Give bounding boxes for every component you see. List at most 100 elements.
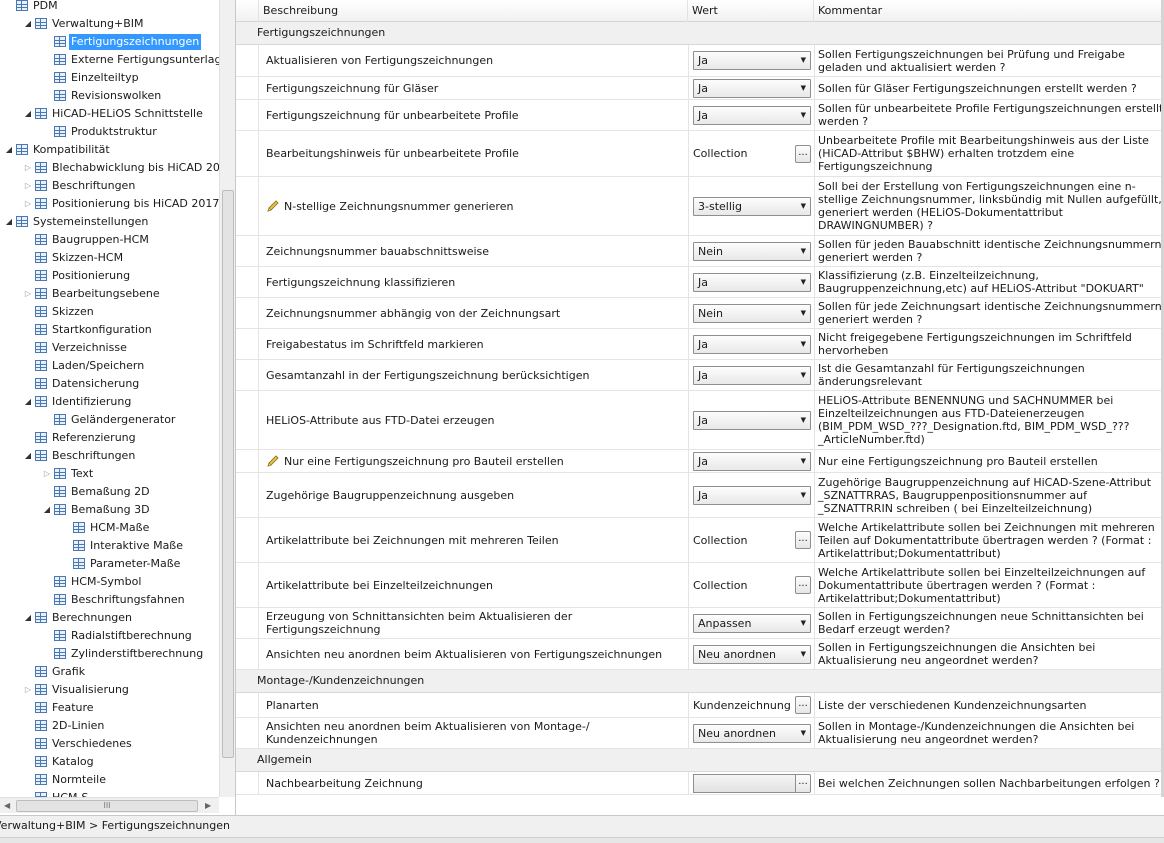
value-dropdown[interactable]: Ja ▼	[693, 272, 811, 292]
tree-node-pdm[interactable]: PDM	[0, 0, 220, 15]
tree-node-revisionswolken[interactable]: Revisionswolken	[0, 87, 220, 105]
dropdown-arrow-icon[interactable]: ▼	[801, 453, 806, 470]
expand-arrow-icon[interactable]: ▷	[23, 285, 33, 303]
property-row[interactable]: Nur eine Fertigungszeichnung pro Bauteil…	[236, 450, 1164, 473]
dropdown-arrow-icon[interactable]: ▼	[801, 52, 806, 69]
section-header-allgemein[interactable]: Allgemein	[236, 749, 1164, 772]
tree-node-normteile[interactable]: Normteile	[0, 771, 220, 789]
expand-arrow-icon[interactable]: ▷	[23, 177, 33, 195]
tree-node-hicad-helios-schnittstelle[interactable]: ◢ HiCAD-HELiOS Schnittstelle	[0, 105, 220, 123]
tree-node-beschriftungen[interactable]: ◢ Beschriftungen	[0, 447, 220, 465]
tree-node-einzelteiltyp[interactable]: Einzelteiltyp	[0, 69, 220, 87]
tree-node-grafik[interactable]: Grafik	[0, 663, 220, 681]
property-row[interactable]: HELiOS-Attribute aus FTD-Datei erzeugen J…	[236, 391, 1164, 450]
tree-node-geländergenerator[interactable]: Geländergenerator	[0, 411, 220, 429]
collapse-arrow-icon[interactable]: ◢	[4, 141, 14, 159]
property-row[interactable]: Bearbeitungshinweis für unbearbeitete Pr…	[236, 131, 1164, 177]
expand-arrow-icon[interactable]: ▷	[23, 195, 33, 213]
collapse-arrow-icon[interactable]: ◢	[42, 501, 52, 519]
tree-node-referenzierung[interactable]: Referenzierung	[0, 429, 220, 447]
value-dropdown[interactable]: Ja ▼	[693, 334, 811, 354]
tree-node-hcm-maße[interactable]: HCM-Maße	[0, 519, 220, 537]
tree-node-laden-speichern[interactable]: Laden/Speichern	[0, 357, 220, 375]
dropdown-arrow-icon[interactable]: ▼	[801, 336, 806, 353]
value-dropdown[interactable]: Anpassen ▼	[693, 613, 811, 633]
tree-node-positionierung-bis-hicad-2017[interactable]: ▷ Positionierung bis HiCAD 2017	[0, 195, 220, 213]
tree-node-radialstiftberechnung[interactable]: Radialstiftberechnung	[0, 627, 220, 645]
tree-node-bearbeitungsebene[interactable]: ▷ Bearbeitungsebene	[0, 285, 220, 303]
tree-node-baugruppen-hcm[interactable]: Baugruppen-HCM	[0, 231, 220, 249]
dropdown-arrow-icon[interactable]: ▼	[801, 305, 806, 322]
property-row[interactable]: Freigabestatus im Schriftfeld markieren J…	[236, 329, 1164, 360]
tree-horizontal-scrollbar[interactable]: ◀ III ▶	[0, 797, 219, 813]
dropdown-arrow-icon[interactable]: ▼	[801, 107, 806, 124]
value-dropdown[interactable]: Nein ▼	[693, 241, 811, 261]
value-dropdown[interactable]: Ja ▼	[693, 51, 811, 70]
value-dropdown[interactable]: Ja ▼	[693, 485, 811, 505]
tree-node-bemaßung-2d[interactable]: Bemaßung 2D	[0, 483, 220, 501]
edit-collection-button[interactable]: ...	[795, 144, 811, 163]
property-row[interactable]: Zugehörige Baugruppenzeichnung ausgeben J…	[236, 473, 1164, 518]
scroll-left-arrow-icon[interactable]: ◀	[4, 801, 10, 810]
value-dropdown[interactable]: Ja ▼	[693, 105, 811, 125]
tree-node-fertigungszeichnungen[interactable]: Fertigungszeichnungen	[0, 33, 220, 51]
tree-node-berechnungen[interactable]: ◢ Berechnungen	[0, 609, 220, 627]
dropdown-arrow-icon[interactable]: ▼	[801, 646, 806, 663]
tree-node-datensicherung[interactable]: Datensicherung	[0, 375, 220, 393]
expand-arrow-icon[interactable]: ▷	[23, 681, 33, 699]
tree-horizontal-scroll-thumb[interactable]: III	[16, 800, 198, 812]
dropdown-arrow-icon[interactable]: ▼	[801, 243, 806, 260]
collapse-arrow-icon[interactable]: ◢	[23, 447, 33, 465]
tree-node-text[interactable]: ▷ Text	[0, 465, 220, 483]
property-row[interactable]: Gesamtanzahl in der Fertigungszeichnung …	[236, 360, 1164, 391]
tree-node-zylinderstiftberechnung[interactable]: Zylinderstiftberechnung	[0, 645, 220, 663]
tree-node-blechabwicklung-bis-hicad-201[interactable]: ▷ Blechabwicklung bis HiCAD 201	[0, 159, 227, 177]
tree-node-interaktive-maße[interactable]: Interaktive Maße	[0, 537, 220, 555]
column-header-description[interactable]: Beschreibung	[258, 0, 688, 22]
edit-collection-button[interactable]: ...	[795, 696, 811, 714]
tree-node-visualisierung[interactable]: ▷ Visualisierung	[0, 681, 220, 699]
value-dropdown[interactable]: Neu anordnen ▼	[693, 723, 811, 743]
tree-node-katalog[interactable]: Katalog	[0, 753, 220, 771]
collapse-arrow-icon[interactable]: ◢	[4, 213, 14, 231]
property-row[interactable]: Artikelattribute bei Zeichnungen mit meh…	[236, 518, 1164, 563]
tree-node-externe-fertigungsunterlage[interactable]: Externe Fertigungsunterlage	[0, 51, 228, 69]
collapse-arrow-icon[interactable]: ◢	[23, 393, 33, 411]
edit-collection-button[interactable]: ...	[795, 531, 811, 549]
value-dropdown[interactable]: Nein ▼	[693, 303, 811, 323]
open-picker-button[interactable]: ...	[795, 773, 811, 793]
tree-node-skizzen-hcm[interactable]: Skizzen-HCM	[0, 249, 220, 267]
tree-node-beschriftungsfahnen[interactable]: Beschriftungsfahnen	[0, 591, 220, 609]
dropdown-arrow-icon[interactable]: ▼	[801, 198, 806, 215]
dropdown-arrow-icon[interactable]: ▼	[801, 615, 806, 632]
value-dropdown[interactable]: Neu anordnen ▼	[693, 644, 811, 664]
tree-vertical-scrollbar[interactable]	[219, 0, 235, 797]
section-header-montage-kundenzeichnungen[interactable]: Montage-/Kundenzeichnungen	[236, 670, 1164, 693]
value-dropdown[interactable]: Ja ▼	[693, 78, 811, 98]
tree-node-identifizierung[interactable]: ◢ Identifizierung	[0, 393, 220, 411]
dropdown-arrow-icon[interactable]: ▼	[801, 80, 806, 97]
value-dropdown[interactable]: Ja ▼	[693, 451, 811, 471]
property-row[interactable]: Zeichnungsnummer abhängig von der Zeichn…	[236, 298, 1164, 329]
property-row[interactable]: Ansichten neu anordnen beim Aktualisiere…	[236, 639, 1164, 670]
tree-node-verwaltung-bim[interactable]: ◢ Verwaltung+BIM	[0, 15, 220, 33]
value-dropdown[interactable]: Ja ▼	[693, 410, 811, 430]
dropdown-arrow-icon[interactable]: ▼	[801, 487, 806, 504]
tree-node-startkonfiguration[interactable]: Startkonfiguration	[0, 321, 220, 339]
property-row[interactable]: Zeichnungsnummer bauabschnittsweise Nein ▼…	[236, 236, 1164, 267]
property-row[interactable]: Erzeugung von Schnittansichten beim Aktu…	[236, 608, 1164, 639]
tree-node-hcm-symbol[interactable]: HCM-Symbol	[0, 573, 220, 591]
dropdown-arrow-icon[interactable]: ▼	[801, 725, 806, 742]
property-row[interactable]: Fertigungszeichnung für unbearbeitete Pr…	[236, 100, 1164, 131]
property-row[interactable]: Ansichten neu anordnen beim Aktualisiere…	[236, 718, 1164, 749]
collapse-arrow-icon[interactable]: ◢	[23, 609, 33, 627]
collapse-arrow-icon[interactable]: ◢	[23, 105, 33, 123]
property-row[interactable]: Planarten Kundenzeichnung... Liste der ver…	[236, 693, 1164, 718]
expand-arrow-icon[interactable]: ▷	[42, 465, 52, 483]
value-picker[interactable]: ...	[693, 773, 811, 793]
tree-vertical-scroll-thumb[interactable]	[222, 190, 234, 758]
property-row[interactable]: Aktualisieren von Fertigungszeichnungen J…	[236, 45, 1164, 77]
dropdown-arrow-icon[interactable]: ▼	[801, 412, 806, 429]
tree-node-verzeichnisse[interactable]: Verzeichnisse	[0, 339, 220, 357]
collapse-arrow-icon[interactable]: ◢	[23, 15, 33, 33]
